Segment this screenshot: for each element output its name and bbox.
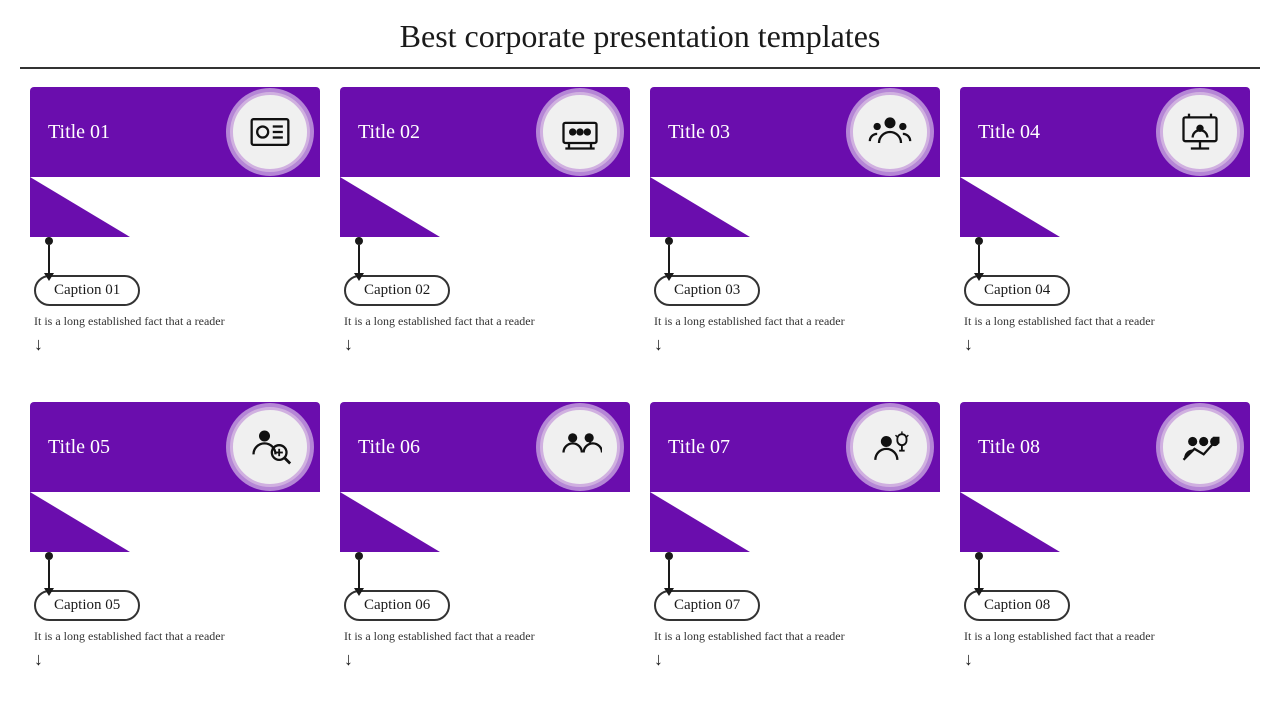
card-06: Title 06 ? Caption 06 It is a long estab… — [330, 394, 640, 709]
card-banner: Title 03 — [650, 87, 940, 177]
group-icon — [850, 92, 930, 172]
connector-line — [668, 245, 670, 275]
connector-line — [668, 560, 670, 590]
triangle-area — [960, 177, 1250, 237]
body-text: It is a long established fact that a rea… — [964, 312, 1155, 330]
card-inner: Title 06 ? Caption 06 It is a long estab… — [340, 402, 630, 670]
connector-dot — [975, 237, 983, 245]
connector-dot — [975, 552, 983, 560]
card-grid: Title 01 Caption 01 It is a long establi… — [0, 69, 1280, 709]
triangle-area — [650, 492, 940, 552]
card-01: Title 01 Caption 01 It is a long establi… — [20, 79, 330, 394]
card-04: Title 04 Caption 04 It is a long establi… — [950, 79, 1260, 394]
triangle-area — [30, 177, 320, 237]
connector-line — [48, 560, 50, 590]
connector-line — [358, 245, 360, 275]
card-inner: Title 07 Caption 07 It is a long establi… — [650, 402, 940, 670]
growth-icon — [1160, 407, 1240, 487]
question-group-icon: ? — [540, 407, 620, 487]
connector-dot — [355, 552, 363, 560]
connector-line — [358, 560, 360, 590]
connector-dot — [665, 237, 673, 245]
body-text: It is a long established fact that a rea… — [654, 312, 845, 330]
body-text: It is a long established fact that a rea… — [344, 627, 535, 645]
presentation-icon — [1160, 92, 1240, 172]
card-title: Title 01 — [48, 121, 110, 144]
down-arrow-icon: ↓ — [344, 649, 353, 670]
triangle-shape — [650, 177, 824, 237]
body-text: It is a long established fact that a rea… — [654, 627, 845, 645]
card-title: Title 05 — [48, 436, 110, 459]
body-text: It is a long established fact that a rea… — [344, 312, 535, 330]
connector-dot — [45, 237, 53, 245]
triangle-area — [650, 177, 940, 237]
connector-line — [48, 245, 50, 275]
body-text: It is a long established fact that a rea… — [34, 312, 225, 330]
connector-dot — [665, 552, 673, 560]
id-card-icon — [230, 92, 310, 172]
svg-text:?: ? — [587, 432, 593, 446]
triangle-area — [30, 492, 320, 552]
card-inner: Title 02 Caption 02 It is a long establi… — [340, 87, 630, 355]
triangle-shape — [960, 492, 1134, 552]
card-08: Title 08 Caption 08 It is a long establi… — [950, 394, 1260, 709]
card-banner: Title 05 — [30, 402, 320, 492]
triangle-shape — [960, 177, 1134, 237]
connector-line — [978, 245, 980, 275]
triangle-shape — [30, 177, 204, 237]
card-banner: Title 07 — [650, 402, 940, 492]
page-title: Best corporate presentation templates — [20, 0, 1260, 69]
down-arrow-icon: ↓ — [654, 649, 663, 670]
card-banner: Title 06 ? — [340, 402, 630, 492]
body-text: It is a long established fact that a rea… — [964, 627, 1155, 645]
card-title: Title 08 — [978, 436, 1040, 459]
connector-dot — [45, 552, 53, 560]
triangle-shape — [30, 492, 204, 552]
body-text: It is a long established fact that a rea… — [34, 627, 225, 645]
triangle-shape — [340, 177, 514, 237]
card-banner: Title 08 — [960, 402, 1250, 492]
card-title: Title 03 — [668, 121, 730, 144]
card-banner: Title 04 — [960, 87, 1250, 177]
card-inner: Title 05 Caption 05 It is a long establi… — [30, 402, 320, 670]
triangle-shape — [650, 492, 824, 552]
card-banner: Title 02 — [340, 87, 630, 177]
down-arrow-icon: ↓ — [964, 334, 973, 355]
idea-person-icon — [850, 407, 930, 487]
card-title: Title 07 — [668, 436, 730, 459]
connector-dot — [355, 237, 363, 245]
down-arrow-icon: ↓ — [34, 649, 43, 670]
triangle-area — [960, 492, 1250, 552]
card-title: Title 04 — [978, 121, 1040, 144]
card-02: Title 02 Caption 02 It is a long establi… — [330, 79, 640, 394]
card-05: Title 05 Caption 05 It is a long establi… — [20, 394, 330, 709]
connector-line — [978, 560, 980, 590]
card-03: Title 03 Caption 03 It is a long establi… — [640, 79, 950, 394]
card-inner: Title 03 Caption 03 It is a long establi… — [650, 87, 940, 355]
card-title: Title 06 — [358, 436, 420, 459]
card-inner: Title 04 Caption 04 It is a long establi… — [960, 87, 1250, 355]
card-title: Title 02 — [358, 121, 420, 144]
down-arrow-icon: ↓ — [34, 334, 43, 355]
card-inner: Title 08 Caption 08 It is a long establi… — [960, 402, 1250, 670]
triangle-area — [340, 177, 630, 237]
card-inner: Title 01 Caption 01 It is a long establi… — [30, 87, 320, 355]
down-arrow-icon: ↓ — [654, 334, 663, 355]
down-arrow-icon: ↓ — [344, 334, 353, 355]
triangle-area — [340, 492, 630, 552]
meeting-icon — [540, 92, 620, 172]
search-person-icon — [230, 407, 310, 487]
card-07: Title 07 Caption 07 It is a long establi… — [640, 394, 950, 709]
triangle-shape — [340, 492, 514, 552]
card-banner: Title 01 — [30, 87, 320, 177]
down-arrow-icon: ↓ — [964, 649, 973, 670]
